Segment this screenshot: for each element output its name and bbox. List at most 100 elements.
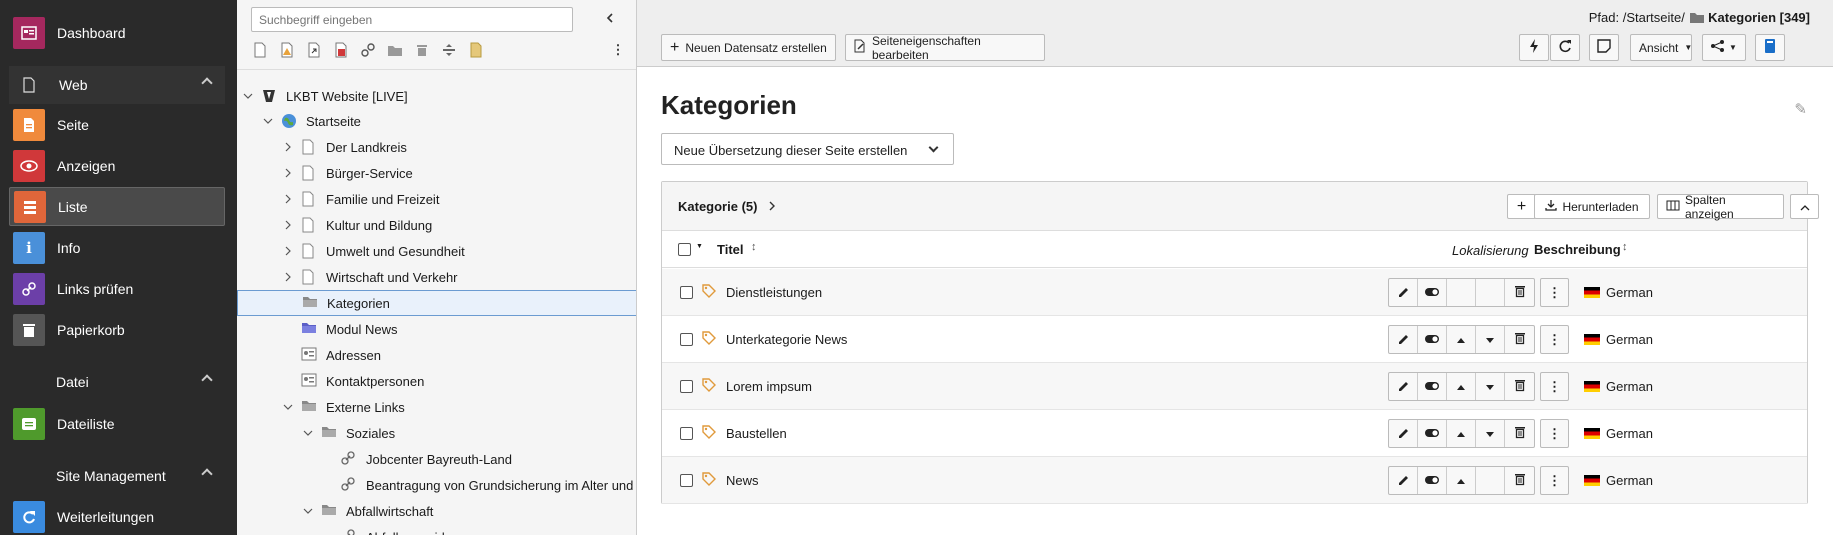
tree-node[interactable]: Beantragung von Grundsicherung im Alter …	[323, 472, 633, 498]
module-info[interactable]: i Info	[9, 228, 225, 267]
recycler-icon[interactable]	[413, 41, 431, 59]
move-up-button[interactable]	[1447, 467, 1476, 494]
move-down-button[interactable]	[1476, 326, 1505, 353]
tree-node[interactable]: Kontaktpersonen	[283, 368, 424, 394]
new-folder-icon[interactable]	[386, 41, 404, 59]
row-checkbox[interactable]	[680, 380, 693, 393]
tree-node[interactable]: Kategorien	[237, 290, 636, 316]
chevron-down-icon[interactable]	[303, 428, 313, 438]
tree-node[interactable]: Kultur und Bildung	[283, 212, 432, 238]
tree-node[interactable]: LKBT Website [LIVE]	[243, 83, 408, 109]
new-link-icon[interactable]	[359, 41, 377, 59]
tree-node[interactable]: Modul News	[283, 316, 398, 342]
show-columns-button[interactable]: Spalten anzeigen	[1657, 193, 1784, 221]
module-group-web[interactable]: Web	[9, 66, 225, 104]
edit-button[interactable]	[1389, 420, 1418, 447]
move-up-button[interactable]	[1447, 420, 1476, 447]
edit-button[interactable]	[1389, 373, 1418, 400]
share-dropdown[interactable]: ▼	[1702, 34, 1746, 61]
translation-select[interactable]: Neue Übersetzung dieser Seite erstellen	[661, 133, 954, 165]
tree-node[interactable]: Externe Links	[283, 394, 405, 420]
delete-button[interactable]	[1505, 420, 1534, 447]
row-checkbox[interactable]	[680, 474, 693, 487]
new-record-button[interactable]: + Neuen Datensatz erstellen	[661, 34, 836, 61]
move-up-button[interactable]	[1447, 373, 1476, 400]
module-weiterleitungen[interactable]: Weiterleitungen	[9, 497, 225, 535]
tree-node[interactable]: Umwelt und Gesundheit	[283, 238, 465, 264]
delete-button[interactable]	[1505, 467, 1534, 494]
view-dropdown[interactable]: Ansicht ▼	[1630, 34, 1692, 61]
chevron-down-icon[interactable]	[303, 506, 313, 516]
edit-button[interactable]	[1389, 279, 1418, 306]
select-all-checkbox[interactable]	[678, 243, 691, 256]
module-dateiliste[interactable]: Dateiliste	[9, 404, 225, 443]
chevron-down-icon[interactable]	[263, 116, 273, 126]
new-shortcut-icon[interactable]	[305, 41, 323, 59]
hide-toggle-button[interactable]	[1418, 326, 1447, 353]
download-button[interactable]: Herunterladen	[1534, 194, 1650, 219]
more-actions-button[interactable]: ⋮	[1540, 466, 1569, 495]
tree-node[interactable]: Bürger-Service	[283, 160, 413, 186]
chevron-right-icon[interactable]	[283, 142, 293, 152]
hide-toggle-button[interactable]	[1418, 373, 1447, 400]
row-title[interactable]: Dienstleistungen	[726, 285, 822, 300]
chevron-down-icon[interactable]	[243, 91, 253, 101]
chevron-right-icon[interactable]	[283, 168, 293, 178]
delete-button[interactable]	[1505, 279, 1534, 306]
chevron-right-icon[interactable]	[283, 194, 293, 204]
row-checkbox[interactable]	[680, 427, 693, 440]
chevron-down-icon[interactable]	[283, 402, 293, 412]
chevron-right-icon[interactable]	[283, 246, 293, 256]
move-down-button[interactable]	[1476, 420, 1505, 447]
module-anzeigen[interactable]: Anzeigen	[9, 146, 225, 185]
collapse-table-button[interactable]	[1790, 194, 1819, 219]
row-title[interactable]: Lorem impsum	[726, 379, 812, 394]
new-mountpoint-icon[interactable]	[332, 41, 350, 59]
module-links-pruefen[interactable]: Links prüfen	[9, 269, 225, 308]
row-checkbox[interactable]	[680, 333, 693, 346]
row-title[interactable]: Baustellen	[726, 426, 787, 441]
chevron-right-icon[interactable]	[283, 220, 293, 230]
tree-search-input[interactable]	[251, 7, 573, 32]
hide-toggle-button[interactable]	[1418, 420, 1447, 447]
row-title[interactable]: Unterkategorie News	[726, 332, 847, 347]
new-page-icon[interactable]	[251, 41, 269, 59]
more-actions-button[interactable]: ⋮	[1540, 325, 1569, 354]
module-group-datei[interactable]: Datei	[9, 363, 225, 401]
move-down-button[interactable]	[1476, 373, 1505, 400]
pencil-icon[interactable]: ✎	[1794, 100, 1807, 118]
hide-toggle-button[interactable]	[1418, 467, 1447, 494]
add-record-button[interactable]: +	[1507, 194, 1536, 219]
edit-button[interactable]	[1389, 467, 1418, 494]
delete-button[interactable]	[1505, 326, 1534, 353]
tree-node[interactable]: Abfallwirtschaft	[303, 498, 433, 524]
tree-node[interactable]: Adressen	[283, 342, 381, 368]
tree-node[interactable]: Der Landkreis	[283, 134, 407, 160]
more-options-icon[interactable]: ⋮	[609, 41, 627, 59]
tree-node[interactable]: Wirtschaft und Verkehr	[283, 264, 458, 290]
reload-button[interactable]	[1550, 34, 1580, 61]
edit-button[interactable]	[1389, 326, 1418, 353]
module-liste[interactable]: Liste	[9, 187, 225, 226]
tree-node[interactable]: Soziales	[303, 420, 395, 446]
row-title[interactable]: News	[726, 473, 759, 488]
column-description[interactable]: Beschreibung	[1534, 242, 1621, 257]
module-seite[interactable]: Seite	[9, 105, 225, 144]
module-dashboard[interactable]: Dashboard	[9, 13, 225, 52]
shortcut-button[interactable]	[1589, 34, 1619, 61]
new-sysfolder-icon[interactable]	[467, 41, 485, 59]
collapse-tree-button[interactable]	[605, 12, 615, 26]
module-group-site[interactable]: Site Management	[9, 457, 225, 495]
more-actions-button[interactable]: ⋮	[1540, 278, 1569, 307]
column-title[interactable]: Titel	[717, 242, 744, 257]
tree-node[interactable]: Startseite	[263, 108, 361, 134]
tree-node[interactable]: Abfallvermeidung	[323, 524, 466, 535]
module-papierkorb[interactable]: Papierkorb	[9, 310, 225, 349]
chevron-right-icon[interactable]	[283, 272, 293, 282]
edit-page-properties-button[interactable]: Seiteneigenschaften bearbeiten	[845, 34, 1045, 62]
more-actions-button[interactable]: ⋮	[1540, 372, 1569, 401]
row-checkbox[interactable]	[680, 286, 693, 299]
table-title[interactable]: Kategorie (5)	[678, 199, 776, 214]
help-button[interactable]	[1755, 34, 1785, 61]
move-up-button[interactable]	[1447, 326, 1476, 353]
